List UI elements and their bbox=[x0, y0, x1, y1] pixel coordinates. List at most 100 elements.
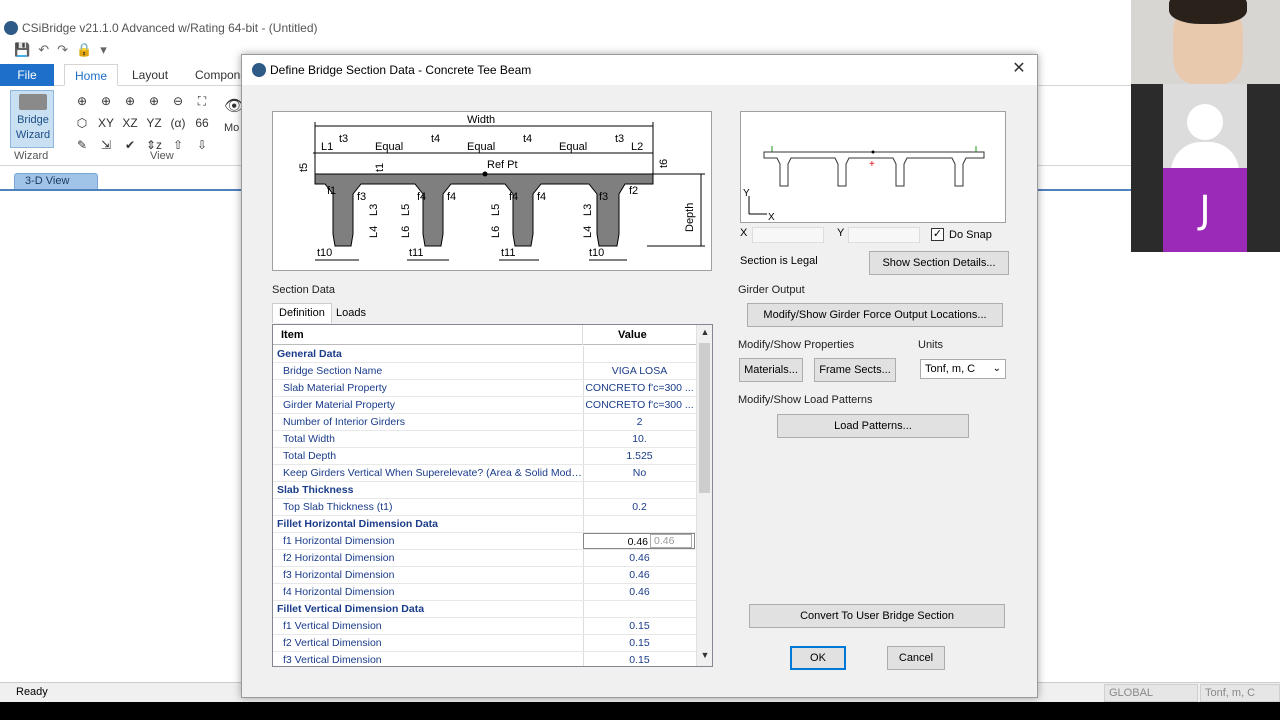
scroll-down-icon[interactable]: ▼ bbox=[699, 650, 711, 664]
zoom-out-icon[interactable]: ⊖ bbox=[166, 92, 190, 110]
table-row[interactable]: Bridge Section Name VIGA LOSA bbox=[273, 363, 697, 380]
tab-layout[interactable]: Layout bbox=[122, 64, 178, 86]
row-value-cell[interactable]: 2 bbox=[583, 414, 695, 430]
ok-button[interactable]: OK bbox=[790, 646, 846, 670]
column-header-item[interactable]: Item bbox=[281, 329, 304, 341]
quick-access-toolbar: 💾 ↶ ↷ 🔒 ▾ bbox=[14, 42, 107, 60]
fillet-label-f1: f1 bbox=[327, 185, 336, 197]
status-units-select[interactable]: Tonf, m, C bbox=[1200, 684, 1280, 702]
table-row[interactable]: f4 Horizontal Dimension 0.46 bbox=[273, 584, 697, 601]
lock-icon[interactable]: 🔒 bbox=[76, 42, 92, 60]
row-value-cell[interactable]: 0.15 bbox=[583, 618, 695, 634]
zoom-icon[interactable]: ⊕ bbox=[70, 92, 94, 110]
table-row[interactable]: f2 Horizontal Dimension 0.46 bbox=[273, 550, 697, 567]
row-value-cell[interactable]: VIGA LOSA bbox=[583, 363, 695, 379]
xy-view-icon[interactable]: XY bbox=[94, 114, 118, 132]
show-section-details-button[interactable]: Show Section Details... bbox=[869, 251, 1009, 275]
section-preview-diagram: + Y X bbox=[743, 146, 985, 223]
bridge-wizard-button[interactable]: Bridge Wizard bbox=[10, 90, 54, 148]
row-value-cell[interactable]: 0.46 bbox=[583, 584, 695, 600]
zoom-plus-icon[interactable]: ⊕ bbox=[142, 92, 166, 110]
scroll-up-icon[interactable]: ▲ bbox=[699, 327, 711, 341]
zoom-window-icon[interactable]: ⊕ bbox=[94, 92, 118, 110]
tab-definition[interactable]: Definition bbox=[272, 303, 332, 323]
row-value-cell[interactable]: No bbox=[583, 465, 695, 481]
row-value-cell bbox=[583, 482, 695, 498]
row-value-cell[interactable]: 0.2 bbox=[583, 499, 695, 515]
more-label[interactable]: Mo bbox=[224, 122, 239, 134]
convert-to-user-section-button[interactable]: Convert To User Bridge Section bbox=[749, 604, 1005, 628]
table-row[interactable]: Total Width 10. bbox=[273, 431, 697, 448]
load-patterns-button[interactable]: Load Patterns... bbox=[777, 414, 969, 438]
do-snap-checkbox[interactable]: ✓ bbox=[931, 228, 944, 241]
undo-icon[interactable]: ↶ bbox=[38, 42, 49, 60]
table-row[interactable]: f1 Horizontal Dimension 0.46 0.46 bbox=[273, 533, 697, 550]
3d-view-icon[interactable]: ⬡ bbox=[70, 114, 94, 132]
column-header-value[interactable]: Value bbox=[618, 329, 647, 341]
save-icon[interactable]: 💾 bbox=[14, 42, 30, 60]
dialog-titlebar: Define Bridge Section Data - Concrete Te… bbox=[242, 55, 1037, 85]
table-row[interactable]: f3 Vertical Dimension 0.15 bbox=[273, 652, 697, 666]
check-icon[interactable]: ✔ bbox=[118, 136, 142, 154]
row-value-cell[interactable]: 0.15 bbox=[583, 635, 695, 651]
dim-label-l5-left: L5 bbox=[400, 204, 412, 216]
rotate-icon[interactable]: (α) bbox=[166, 114, 190, 132]
row-value-cell[interactable]: 10. bbox=[583, 431, 695, 447]
customize-dropdown-icon[interactable]: ▾ bbox=[100, 42, 107, 60]
row-value-cell[interactable]: CONCRETO f'c=300 ... bbox=[583, 380, 695, 396]
table-row[interactable]: f3 Horizontal Dimension 0.46 bbox=[273, 567, 697, 584]
row-item-label: Total Depth bbox=[283, 450, 337, 462]
xz-view-icon[interactable]: XZ bbox=[118, 114, 142, 132]
redo-icon[interactable]: ↷ bbox=[57, 42, 68, 60]
table-row[interactable]: Keep Girders Vertical When Superelevate?… bbox=[273, 465, 697, 482]
x-coord-field[interactable] bbox=[752, 227, 824, 243]
row-value-cell[interactable]: 0.15 bbox=[583, 652, 695, 666]
row-item-label: General Data bbox=[277, 348, 342, 360]
row-value-cell[interactable]: 0.46 bbox=[583, 567, 695, 583]
tab-home[interactable]: Home bbox=[64, 64, 119, 86]
fillet-label-f4-a: f4 bbox=[417, 191, 426, 203]
units-select[interactable]: Tonf, m, C ⌄ bbox=[920, 359, 1006, 379]
glasses-icon[interactable]: 66 bbox=[190, 114, 214, 132]
yz-view-icon[interactable]: YZ bbox=[142, 114, 166, 132]
tee-beam-section-diagram: Width L1 t3 Equal t4 Equal t4 Equal t3 L… bbox=[298, 114, 705, 261]
table-row[interactable]: f1 Vertical Dimension 0.15 bbox=[273, 618, 697, 635]
close-icon[interactable]: ✕ bbox=[1009, 59, 1029, 79]
scrollbar-thumb[interactable] bbox=[699, 343, 710, 493]
table-row[interactable]: Total Depth 1.525 bbox=[273, 448, 697, 465]
dim-label-l5-right: L5 bbox=[490, 204, 502, 216]
table-row[interactable]: Top Slab Thickness (t1) 0.2 bbox=[273, 499, 697, 516]
fit-icon[interactable]: ⛶ bbox=[190, 92, 214, 110]
materials-button[interactable]: Materials... bbox=[739, 358, 803, 382]
down-arrow-icon[interactable]: ⇩ bbox=[190, 136, 214, 154]
row-item-label: f2 Horizontal Dimension bbox=[283, 552, 395, 564]
presenter-webcam bbox=[1131, 0, 1280, 84]
tab-file[interactable]: File bbox=[0, 64, 54, 86]
row-value-cell[interactable]: 0.46 bbox=[583, 550, 695, 566]
y-coord-field[interactable] bbox=[848, 227, 920, 243]
column-separator bbox=[582, 325, 583, 345]
table-row[interactable]: Number of Interior Girders 2 bbox=[273, 414, 697, 431]
tab-3d-view[interactable]: 3-D View bbox=[14, 173, 98, 190]
axis-y-label: Y bbox=[743, 188, 750, 199]
row-item-label: Fillet Horizontal Dimension Data bbox=[277, 518, 439, 530]
row-value-cell[interactable]: CONCRETO f'c=300 ... bbox=[583, 397, 695, 413]
do-snap-label: Do Snap bbox=[949, 229, 992, 241]
section-data-grid: Item Value General Data Bridge Section Na… bbox=[272, 324, 713, 667]
frame-sects-button[interactable]: Frame Sects... bbox=[814, 358, 896, 382]
row-value-cell[interactable]: 1.525 bbox=[583, 448, 695, 464]
select-icon[interactable]: ⇲ bbox=[94, 136, 118, 154]
view-tools: ⊕ ⊕ ⊕ ⊕ ⊖ ⛶ ⬡ XY XZ YZ (α) 66 ✎ ⇲ ✔ ⇕z ⇧… bbox=[70, 92, 214, 154]
zoom-in-icon[interactable]: ⊕ bbox=[118, 92, 142, 110]
cancel-button[interactable]: Cancel bbox=[887, 646, 945, 670]
grid-scrollbar[interactable]: ▲ ▼ bbox=[696, 325, 712, 666]
table-row[interactable]: f2 Vertical Dimension 0.15 bbox=[273, 635, 697, 652]
tab-loads[interactable]: Loads bbox=[330, 305, 372, 323]
coord-system-select[interactable]: GLOBAL bbox=[1104, 684, 1198, 702]
girder-force-output-button[interactable]: Modify/Show Girder Force Output Location… bbox=[747, 303, 1003, 327]
pencil-icon[interactable]: ✎ bbox=[70, 136, 94, 154]
row-item-label: Slab Material Property bbox=[283, 382, 387, 394]
table-row[interactable]: Slab Material Property CONCRETO f'c=300 .… bbox=[273, 380, 697, 397]
group-label-wizard: Wizard bbox=[14, 150, 49, 162]
table-row[interactable]: Girder Material Property CONCRETO f'c=300… bbox=[273, 397, 697, 414]
